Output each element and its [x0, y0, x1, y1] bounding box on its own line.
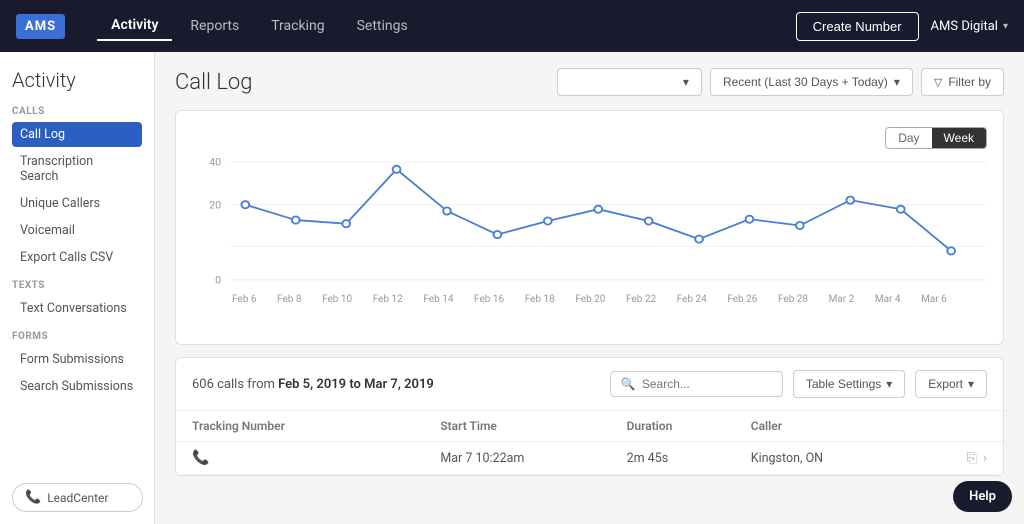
col-header-caller: Caller: [751, 419, 937, 433]
header-controls: ▾ Recent (Last 30 Days + Today) ▾ ▽ Filt…: [557, 68, 1004, 96]
chevron-down-icon: ▾: [1003, 21, 1008, 32]
sidebar-item-form-submissions[interactable]: Form Submissions: [12, 347, 142, 372]
table-column-headers: Tracking Number Start Time Duration Call…: [176, 411, 1003, 442]
chevron-down-icon: ▾: [886, 377, 892, 391]
export-label: Export: [928, 377, 963, 391]
svg-text:40: 40: [209, 156, 221, 169]
col-cell-tracking: 📞: [192, 450, 440, 466]
logo-text: AMS: [16, 14, 65, 39]
chart-card: Day Week 40 20 0: [175, 110, 1004, 345]
col-cell-caller: Kingston, ON: [751, 451, 937, 466]
chevron-down-icon: ▾: [968, 377, 974, 391]
user-name: AMS Digital: [931, 19, 998, 34]
nav-item-settings[interactable]: Settings: [343, 12, 422, 40]
filter-label: Filter by: [948, 75, 991, 89]
nav-right: Create Number AMS Digital ▾: [796, 12, 1008, 41]
table-summary: 606 calls from Feb 5, 2019 to Mar 7, 201…: [192, 377, 600, 392]
content-area: Call Log ▾ Recent (Last 30 Days + Today)…: [155, 52, 1024, 524]
toggle-group: Day Week: [885, 127, 987, 149]
sidebar-section-calls-label: CALLS: [12, 106, 142, 117]
sidebar-section-texts-label: TEXTS: [12, 280, 142, 291]
table-header: 606 calls from Feb 5, 2019 to Mar 7, 201…: [176, 358, 1003, 411]
search-input-wrap: 🔍: [610, 371, 783, 397]
search-icon: 🔍: [621, 377, 636, 391]
table-card: 606 calls from Feb 5, 2019 to Mar 7, 201…: [175, 357, 1004, 476]
table-settings-button[interactable]: Table Settings ▾: [793, 370, 905, 398]
sidebar-section-forms-label: FORMS: [12, 331, 142, 342]
week-toggle[interactable]: Week: [932, 128, 986, 148]
help-button[interactable]: Help: [953, 481, 1012, 512]
x-axis-labels: Feb 6 Feb 8 Feb 10 Feb 12 Feb 14 Feb 16 …: [192, 294, 987, 305]
chart-area: 40 20 0: [192, 153, 987, 328]
chevron-right-icon[interactable]: ›: [983, 451, 987, 466]
sidebar-item-unique-callers[interactable]: Unique Callers: [12, 191, 142, 216]
filter-icon: ▽: [934, 76, 942, 89]
sidebar-item-text-conversations[interactable]: Text Conversations: [12, 296, 142, 321]
col-header-start-time: Start Time: [440, 419, 626, 433]
copy-icon[interactable]: ⎘: [967, 451, 977, 466]
logo[interactable]: AMS: [16, 14, 65, 39]
col-header-tracking: Tracking Number: [192, 419, 440, 433]
user-menu[interactable]: AMS Digital ▾: [931, 19, 1008, 34]
svg-text:20: 20: [209, 199, 221, 212]
svg-text:0: 0: [215, 274, 221, 287]
export-button[interactable]: Export ▾: [915, 370, 987, 398]
col-header-duration: Duration: [627, 419, 751, 433]
chart-header: Day Week: [192, 127, 987, 149]
lead-center-button[interactable]: 📞 LeadCenter: [12, 483, 143, 512]
chevron-down-icon: ▾: [894, 75, 900, 89]
content-header: Call Log ▾ Recent (Last 30 Days + Today)…: [175, 68, 1004, 96]
tracking-number-dropdown[interactable]: ▾: [557, 68, 702, 96]
lead-center-label: LeadCenter: [47, 491, 108, 505]
nav-items: Activity Reports Tracking Settings: [97, 11, 796, 41]
nav-item-tracking[interactable]: Tracking: [257, 12, 338, 40]
filter-by-button[interactable]: ▽ Filter by: [921, 68, 1004, 96]
col-cell-actions: ⎘ ›: [937, 451, 987, 466]
table-row: 📞 Mar 7 10:22am 2m 45s Kingston, ON ⎘ ›: [176, 442, 1003, 475]
recent-dropdown[interactable]: Recent (Last 30 Days + Today) ▾: [710, 68, 913, 96]
table-settings-label: Table Settings: [806, 377, 881, 391]
top-nav: AMS Activity Reports Tracking Settings C…: [0, 0, 1024, 52]
lead-center-icon: 📞: [25, 490, 41, 505]
sidebar-item-call-log[interactable]: Call Log: [12, 122, 142, 147]
search-input[interactable]: [642, 377, 772, 391]
sidebar-item-transcription-search[interactable]: Transcription Search: [12, 149, 142, 189]
col-cell-start-time: Mar 7 10:22am: [440, 451, 626, 466]
recent-label: Recent (Last 30 Days + Today): [723, 75, 888, 89]
call-icon: 📞: [192, 450, 209, 466]
col-cell-duration: 2m 45s: [627, 451, 751, 466]
sidebar-item-search-submissions[interactable]: Search Submissions: [12, 374, 142, 399]
sidebar-item-export-calls-csv[interactable]: Export Calls CSV: [12, 245, 142, 270]
page-title: Call Log: [175, 70, 547, 95]
sidebar: Activity CALLS Call Log Transcription Se…: [0, 52, 155, 524]
sidebar-item-voicemail[interactable]: Voicemail: [12, 218, 142, 243]
nav-item-activity[interactable]: Activity: [97, 11, 172, 41]
chevron-down-icon: ▾: [683, 75, 689, 89]
nav-item-reports[interactable]: Reports: [176, 12, 253, 40]
line-chart: 40 20 0: [192, 153, 987, 298]
day-toggle[interactable]: Day: [886, 128, 931, 148]
create-number-button[interactable]: Create Number: [796, 12, 919, 41]
sidebar-title: Activity: [12, 68, 142, 92]
